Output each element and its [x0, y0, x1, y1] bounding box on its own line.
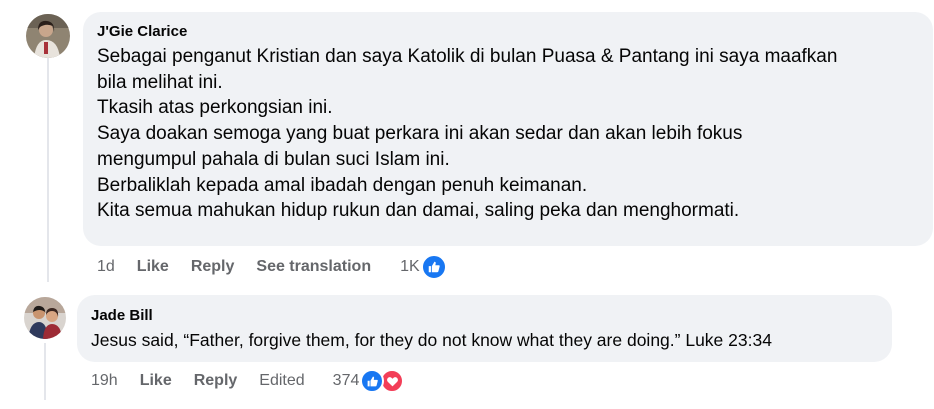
comment-author[interactable]: Jade Bill: [91, 306, 878, 326]
comment-time[interactable]: 19h: [91, 372, 118, 390]
like-button[interactable]: Like: [137, 258, 169, 276]
avatar[interactable]: [26, 14, 70, 58]
comment-text-line: bila melihat ini.: [97, 71, 223, 93]
like-button[interactable]: Like: [140, 372, 172, 390]
thread-line-main: [47, 58, 49, 282]
comment-actions: 19h Like Reply Edited 374: [91, 367, 405, 395]
comment-text: Jesus said, “Father, forgive them, for t…: [91, 330, 772, 350]
reply-button[interactable]: Reply: [194, 372, 238, 390]
comment-text-line: Tkasih atas perkongsian ini.: [97, 97, 333, 119]
reaction-summary[interactable]: 374: [333, 369, 405, 393]
comment-text-line: Kita semua mahukan hidup rukun dan damai…: [97, 200, 740, 222]
thread-line-reply: [44, 343, 46, 400]
avatar-photo: [24, 297, 66, 339]
like-icon: [420, 254, 447, 280]
see-translation-button[interactable]: See translation: [256, 258, 371, 276]
avatar-photo: [26, 14, 70, 58]
comment-text-line: Sebagai penganut Kristian dan saya Katol…: [97, 46, 838, 67]
comment-text-line: Saya doakan semoga yang buat perkara ini…: [97, 123, 743, 145]
reaction-count: 1K: [400, 258, 420, 275]
comment-text-line: Berbaliklah kepada amal ibadah dengan pe…: [97, 174, 588, 196]
edited-label[interactable]: Edited: [259, 372, 304, 390]
comment-author[interactable]: J'Gie Clarice: [97, 22, 919, 42]
reaction-count: 374: [332, 372, 360, 389]
comment-time[interactable]: 1d: [97, 258, 115, 276]
reaction-summary[interactable]: 1K: [400, 254, 447, 280]
comment-actions: 1d Like Reply See translation 1K: [97, 253, 447, 281]
reply-button[interactable]: Reply: [191, 258, 235, 276]
comment-bubble: J'Gie Clarice Sebagai penganut Kristian …: [83, 12, 933, 246]
comment-text: Sebagai penganut Kristian dan saya Katol…: [97, 44, 919, 224]
avatar[interactable]: [24, 297, 66, 339]
comment-bubble: Jade Bill Jesus said, “Father, forgive t…: [77, 295, 892, 362]
comment-text-line: mengumpul pahala di bulan suci Islam ini…: [97, 148, 450, 170]
like-icon: [360, 369, 385, 393]
